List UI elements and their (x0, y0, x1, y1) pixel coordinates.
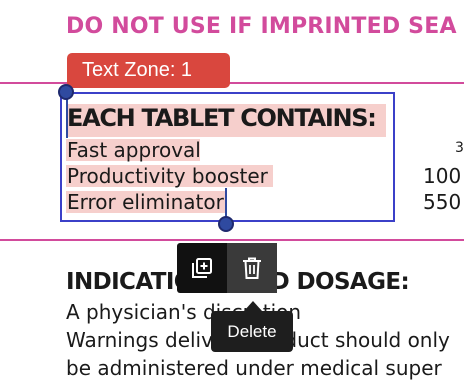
text-zone-selection[interactable] (60, 92, 395, 222)
bottom-divider (0, 239, 464, 241)
value-2: 100 (423, 164, 462, 188)
zone-toolbar (177, 243, 277, 293)
duplicate-icon (192, 258, 212, 278)
text-zone-label[interactable]: Text Zone: 1 (67, 53, 230, 88)
delete-tooltip: Delete (211, 311, 293, 352)
trash-icon (243, 257, 261, 279)
value-1: 30 (455, 140, 464, 156)
delete-button[interactable] (227, 243, 277, 293)
warning-banner: DO NOT USE IF IMPRINTED SEA (66, 14, 457, 39)
body-line-3: be administered under medical super (66, 356, 442, 380)
selection-end-handle[interactable] (218, 216, 234, 232)
selection-start-handle[interactable] (58, 84, 74, 100)
duplicate-button[interactable] (177, 243, 227, 293)
value-3: 550 (423, 190, 462, 214)
selection-start-caret (66, 96, 68, 138)
tooltip-arrow (244, 301, 262, 311)
